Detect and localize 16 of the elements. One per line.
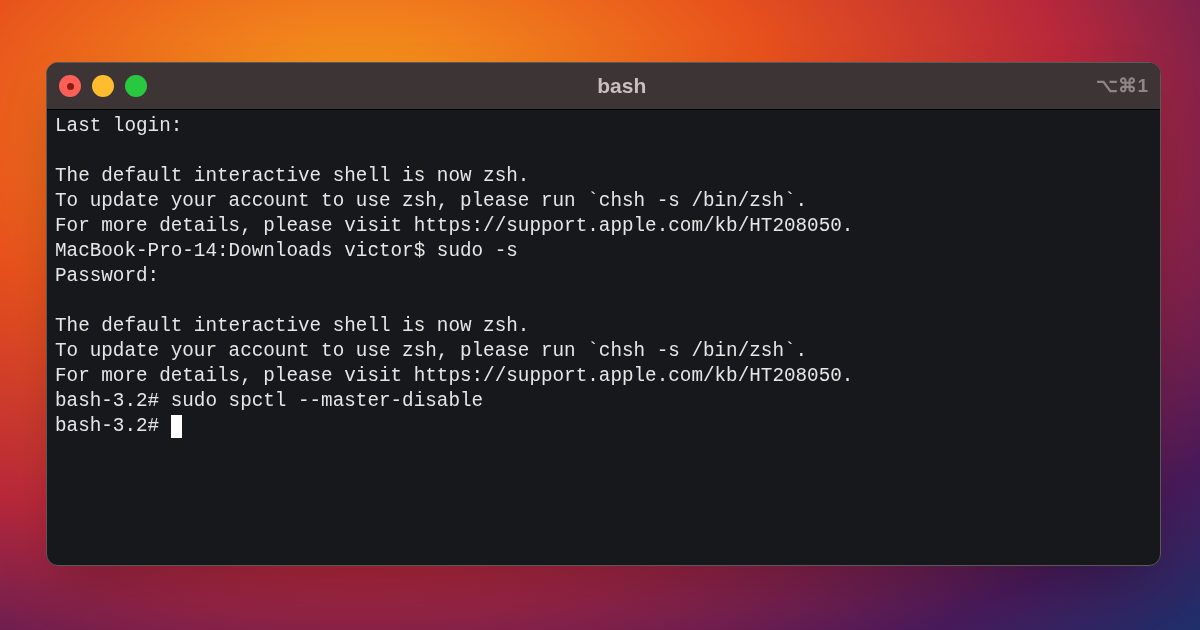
terminal-line: The default interactive shell is now zsh. [55, 314, 530, 339]
terminal-line: For more details, please visit https://support.apple.com/kb/HT208050. [55, 364, 854, 389]
terminal-line: bash-3.2# sudo spctl --master-disable [55, 389, 484, 414]
terminal-line: Last login: [55, 114, 183, 139]
terminal-line: The default interactive shell is now zsh. [55, 164, 530, 189]
terminal-line: MacBook-Pro-14:Downloads victor$ sudo -s [55, 239, 518, 264]
close-button[interactable] [59, 75, 81, 97]
terminal-line: To update your account to use zsh, please run `chsh -s /bin/zsh`. [55, 339, 808, 364]
minimize-button[interactable] [92, 75, 114, 97]
keyboard-shortcut: ⌥⌘1 [1096, 73, 1148, 98]
zoom-button[interactable] [125, 75, 147, 97]
window-title: bash [597, 73, 647, 100]
terminal-line: For more details, please visit https://support.apple.com/kb/HT208050. [55, 214, 854, 239]
terminal-prompt: bash-3.2# [55, 414, 160, 439]
terminal-line: Password: [55, 264, 160, 289]
terminal-line: To update your account to use zsh, please run `chsh -s /bin/zsh`. [55, 189, 808, 214]
